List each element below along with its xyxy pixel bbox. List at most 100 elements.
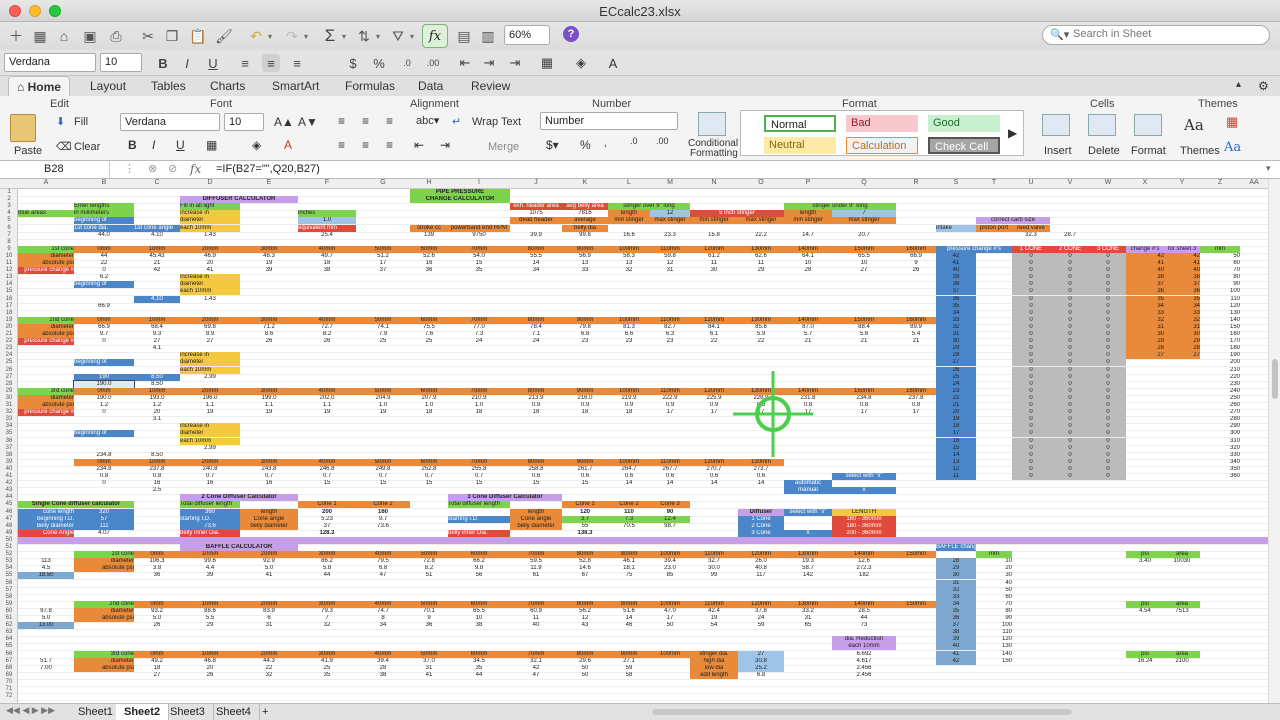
zoom-select[interactable]: 60% (504, 25, 550, 45)
fill-down-icon[interactable]: ⬇ (56, 115, 65, 128)
cell-value[interactable]: 85.6 (738, 324, 784, 331)
cell-value[interactable]: 81.3 (608, 324, 650, 331)
step-header[interactable]: 50mm (410, 650, 448, 658)
ribbon-italic-button[interactable]: I (152, 138, 155, 152)
label-cell[interactable]: Cone Angle (18, 529, 74, 537)
cell-value[interactable]: 87.0 (784, 324, 832, 331)
cell-value[interactable]: 12 (562, 615, 608, 622)
cell-value[interactable]: 58.7 (784, 565, 832, 572)
style-calculation[interactable]: Calculation (846, 137, 918, 154)
cell-value[interactable]: 41 (410, 672, 448, 679)
section-header-baffle[interactable]: BAFFLE CALCULATOR (180, 544, 298, 551)
label-cell[interactable]: belly inner Dia. (448, 529, 510, 537)
input-cell[interactable]: 1.0 (298, 217, 356, 225)
cell-value[interactable]: 84.1 (690, 324, 738, 331)
cell-value[interactable]: 270.7 (690, 466, 738, 473)
input-cell[interactable]: x (832, 487, 896, 495)
row-header[interactable]: 7 (1, 232, 17, 238)
cell-value[interactable]: 22 (74, 260, 134, 267)
input-cell[interactable]: 320 (74, 508, 134, 516)
column-header[interactable]: E (240, 179, 298, 186)
cell-value[interactable]: 261.7 (562, 466, 608, 473)
step-header[interactable]: 0mm (74, 387, 134, 395)
ribbon-settings-icon[interactable]: ⚙ (1250, 76, 1277, 96)
step-header[interactable]: 30mm (298, 551, 356, 559)
label-cell[interactable]: psi (1126, 600, 1164, 608)
font-name-field[interactable]: Verdana (4, 53, 96, 72)
cell-value[interactable]: 67 (562, 572, 608, 579)
step-header[interactable]: 110mm (650, 458, 690, 466)
cell-value[interactable]: 6.2 (74, 274, 134, 281)
cell-value[interactable]: 182 (832, 572, 896, 579)
cell-value[interactable]: 1.43 (180, 232, 240, 239)
step-header[interactable]: 130mm (738, 245, 784, 253)
label-cell[interactable]: diameter (18, 323, 74, 331)
tab-data[interactable]: Data (410, 76, 451, 96)
step-header[interactable]: 90mm (562, 245, 608, 253)
cell-value[interactable]: 13 (936, 458, 976, 466)
cell-value[interactable]: 0 (1050, 338, 1090, 346)
label-cell[interactable]: stinger over 9" long (608, 203, 690, 211)
label-cell[interactable]: belly dia (562, 224, 608, 232)
row-header[interactable]: 68 (1, 665, 17, 671)
cell-value[interactable]: 74.7 (356, 608, 410, 615)
cell-value[interactable]: 92.9 (240, 558, 298, 565)
cell-value[interactable]: 27 (936, 359, 976, 367)
gallery-icon[interactable]: ▤ (454, 26, 474, 46)
row-header[interactable]: 29 (1, 388, 17, 394)
cell-value[interactable]: 64.1 (784, 253, 832, 260)
cell-value[interactable]: 14 (936, 451, 976, 459)
indent-icon[interactable]: ⇥ (506, 54, 524, 72)
cell-value[interactable]: 4.1 (134, 345, 180, 352)
cell-value[interactable]: 43 (562, 622, 608, 629)
cell-value[interactable]: 39.9 (510, 232, 562, 239)
step-header[interactable]: 110mm (650, 387, 690, 395)
ribbon-font-size[interactable]: 10 (224, 113, 264, 131)
cell-value[interactable]: 18 (608, 409, 650, 416)
cell-value[interactable]: 29 (936, 565, 976, 573)
column-header[interactable]: C (134, 179, 180, 186)
cell-value[interactable]: 61 (510, 572, 562, 579)
step-header[interactable]: 150mm (832, 316, 896, 324)
cell-value[interactable]: 8.50 (134, 452, 180, 459)
step-header[interactable]: 80mm (562, 551, 608, 559)
cell-value[interactable]: 230 (1200, 381, 1240, 388)
cell-value[interactable]: 23 (562, 338, 608, 345)
cell-value[interactable]: 29.6 (562, 658, 608, 665)
search-input[interactable] (1073, 28, 1263, 40)
cell-value[interactable]: 78.4 (510, 324, 562, 331)
cell-value[interactable]: 35 (1126, 295, 1164, 303)
underline-button[interactable]: U (204, 54, 222, 72)
input-cell[interactable]: 57 (74, 515, 134, 523)
cell-value[interactable]: 0 (1050, 267, 1090, 275)
cell-value[interactable]: 22 (738, 338, 784, 345)
label-cell[interactable]: 1st cone (18, 245, 74, 253)
ribbon-collapse-icon[interactable]: ▴ (1228, 76, 1249, 96)
fill-color-icon[interactable]: ◈ (572, 54, 590, 72)
cell-value[interactable]: 0 (1090, 260, 1126, 267)
cell-value[interactable]: 41.9 (298, 658, 356, 665)
cell-value[interactable]: 0 (1012, 430, 1050, 438)
label-cell[interactable]: each 10mm (180, 437, 240, 445)
label-cell[interactable]: cone length (18, 508, 74, 516)
cell-value[interactable]: 28.5 (832, 608, 896, 615)
decrease-decimal-icon[interactable]: .00 (424, 54, 442, 72)
cell-value[interactable]: 1075 (510, 210, 562, 218)
cell-value[interactable]: 225.9 (690, 395, 738, 402)
section-header-single-cone[interactable]: Single Cone diffuser calculator (18, 501, 134, 509)
cell-value[interactable]: 47 (510, 672, 562, 679)
cell-value[interactable]: 0 (1012, 274, 1050, 282)
align-bottom-icon[interactable]: ≡ (386, 114, 393, 128)
label-cell[interactable]: beginning of (74, 359, 134, 367)
label-cell[interactable]: increase in (180, 274, 240, 282)
cell-value[interactable]: 3.8 (134, 565, 180, 572)
cell-value[interactable]: 267.7 (650, 466, 690, 473)
cell-value[interactable]: 0 (1012, 295, 1050, 303)
input-cell[interactable]: 111 (74, 522, 134, 530)
label-cell[interactable]: length (784, 210, 832, 218)
note-label[interactable]: in millimeters (74, 210, 134, 218)
cell-value[interactable]: 74.1 (356, 324, 410, 331)
cell-value[interactable]: 55 (562, 523, 608, 530)
cell-value[interactable]: 33 (936, 316, 976, 324)
redo-dropdown-icon[interactable]: ▾ (304, 26, 313, 46)
